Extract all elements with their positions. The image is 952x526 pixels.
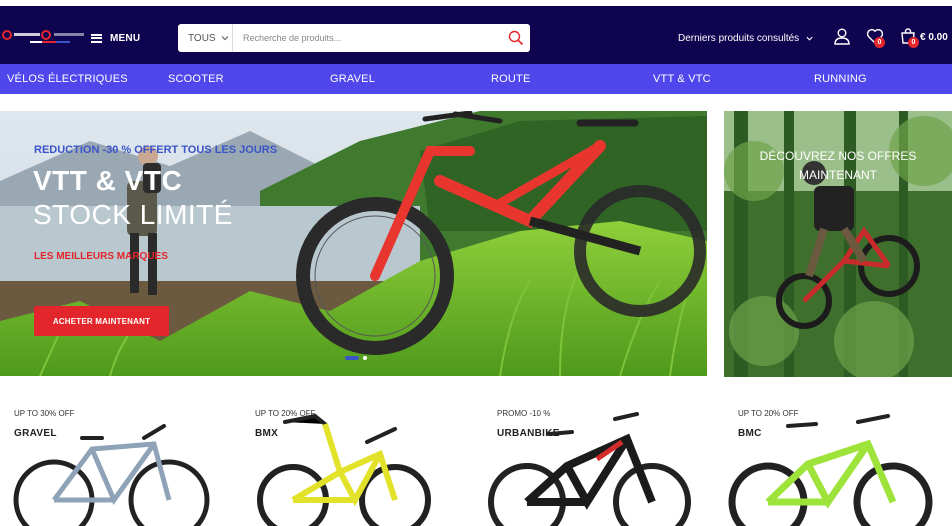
- search-icon: [508, 30, 524, 46]
- hero-slider: REDUCTION -30 % OFFERT TOUS LES JOURS VT…: [0, 111, 707, 376]
- menu-label: MENU: [110, 32, 141, 44]
- nav-item-velos-electriques[interactable]: VÉLOS ÉLECTRIQUES: [7, 73, 128, 85]
- product-card-gravel[interactable]: UP TO 30% OFF GRAVEL: [13, 394, 244, 526]
- slider-dot-1[interactable]: [345, 356, 359, 360]
- wishlist-count-badge: 0: [874, 37, 885, 48]
- side-banner[interactable]: DÉCOUVREZ NOS OFFRES MAINTENANT: [724, 111, 952, 377]
- hero-subtitle: LES MEILLEURS MARQUES: [34, 251, 168, 262]
- site-header: MENU TOUS Derniers produits consultés 0: [0, 6, 952, 64]
- chevron-down-icon: [221, 36, 229, 41]
- nav-item-gravel[interactable]: GRAVEL: [330, 73, 375, 85]
- cart-button[interactable]: 0: [899, 27, 919, 48]
- product-image: [257, 413, 431, 526]
- nav-item-route[interactable]: ROUTE: [491, 73, 531, 85]
- product-card-urbanbike[interactable]: PROMO -10 % URBANBIKE: [488, 394, 727, 526]
- search-button[interactable]: [502, 24, 530, 52]
- cart-count-badge: 0: [908, 37, 919, 48]
- nav-item-running[interactable]: RUNNING: [814, 73, 867, 85]
- search-input[interactable]: [233, 24, 502, 52]
- product-image: [13, 424, 210, 526]
- recent-products-dropdown[interactable]: Derniers produits consultés: [678, 32, 814, 44]
- cart-total: € 0.00: [920, 32, 948, 43]
- search-bar: TOUS: [178, 24, 530, 52]
- buy-now-button[interactable]: ACHETER MAINTENANT: [34, 306, 169, 336]
- hamburger-icon: [91, 33, 102, 43]
- side-banner-text: DÉCOUVREZ NOS OFFRES MAINTENANT: [759, 149, 917, 182]
- hero-promo-text: REDUCTION -30 % OFFERT TOUS LES JOURS: [34, 144, 278, 156]
- slider-dot-2[interactable]: [363, 356, 367, 360]
- site-logo[interactable]: [2, 28, 90, 48]
- recent-products-label: Derniers produits consultés: [678, 32, 800, 44]
- product-card-bmx[interactable]: UP TO 20% OFF BMX: [255, 394, 485, 526]
- search-category-select[interactable]: TOUS: [178, 24, 233, 52]
- search-category-value: TOUS: [188, 32, 216, 44]
- chevron-down-icon: [806, 36, 813, 41]
- hero-title: VTT & VTC: [33, 165, 183, 196]
- product-image: [488, 412, 691, 526]
- nav-item-vtt-vtc[interactable]: VTT & VTC: [653, 73, 711, 85]
- category-nav: VÉLOS ÉLECTRIQUES SCOOTER GRAVEL ROUTE V…: [0, 64, 952, 94]
- account-button[interactable]: [833, 27, 851, 45]
- product-image: [728, 414, 933, 526]
- nav-item-scooter[interactable]: SCOOTER: [168, 73, 224, 85]
- hero-title-line2: STOCK LIMITÉ: [33, 199, 233, 230]
- wishlist-button[interactable]: 0: [866, 27, 885, 48]
- user-icon: [834, 28, 850, 45]
- product-card-bmc[interactable]: UP TO 20% OFF BMC: [728, 394, 952, 526]
- menu-button[interactable]: MENU: [91, 30, 140, 46]
- slider-dots: [345, 356, 367, 360]
